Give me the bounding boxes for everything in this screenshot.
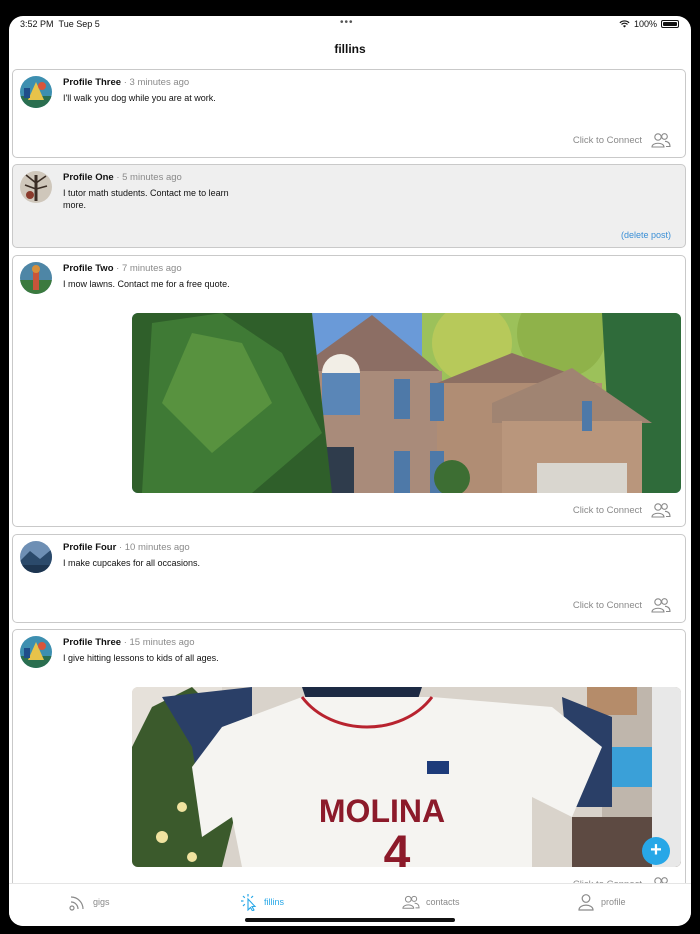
post-author[interactable]: Profile One · 5 minutes ago — [63, 172, 182, 183]
post-card: Profile Two · 7 minutes ago I mow lawns.… — [12, 255, 686, 527]
delete-post-button[interactable]: (delete post) — [621, 230, 671, 240]
app-screen: 3:52 PM Tue Sep 5 ••• 100% fillins Profi… — [9, 16, 691, 926]
jersey-number-text: 4 — [384, 827, 411, 867]
post-card: Profile Three · 15 minutes ago I give hi… — [12, 629, 686, 919]
avatar[interactable] — [20, 171, 52, 203]
home-indicator[interactable] — [245, 918, 455, 922]
post-photo-house[interactable] — [132, 313, 681, 493]
post-author[interactable]: Profile Two · 7 minutes ago — [63, 263, 182, 274]
status-right: 100% — [619, 19, 679, 29]
connect-button[interactable]: Click to Connect — [573, 502, 671, 518]
people-icon — [402, 895, 420, 909]
battery-icon — [661, 20, 679, 28]
battery-percent: 100% — [633, 19, 657, 29]
post-text: I'll walk you dog while you are at work. — [63, 93, 216, 103]
wifi-icon — [619, 20, 630, 28]
post-text: I make cupcakes for all occasions. — [63, 558, 201, 568]
tab-contacts[interactable]: contacts — [402, 893, 460, 911]
tab-fillins[interactable]: fillins — [240, 893, 284, 911]
post-text: I tutor math students. Contact me to lea… — [63, 188, 229, 210]
connect-button[interactable]: Click to Connect — [573, 132, 671, 148]
tap-cursor-icon — [241, 894, 257, 911]
jersey-name-text: MOLINA — [319, 793, 445, 829]
tab-gigs[interactable]: gigs — [69, 893, 110, 911]
people-icon — [651, 598, 671, 613]
multitasking-dots[interactable]: ••• — [340, 17, 354, 28]
person-icon — [578, 894, 594, 911]
page-title: fillins — [334, 42, 366, 56]
people-icon — [651, 133, 671, 148]
status-bar: 3:52 PM Tue Sep 5 ••• 100% — [9, 16, 691, 34]
post-author[interactable]: Profile Four · 10 minutes ago — [63, 542, 190, 553]
post-text: I mow lawns. Contact me for a free quote… — [63, 279, 230, 289]
people-icon — [651, 503, 671, 518]
post-card: Profile Three · 3 minutes ago I'll walk … — [12, 69, 686, 158]
avatar[interactable] — [20, 76, 52, 108]
post-author[interactable]: Profile Three · 3 minutes ago — [63, 77, 189, 88]
post-text: I give hitting lessons to kids of all ag… — [63, 653, 219, 663]
tab-profile[interactable]: profile — [577, 893, 626, 911]
avatar[interactable] — [20, 262, 52, 294]
connect-button[interactable]: Click to Connect — [573, 597, 671, 613]
post-card: Profile One · 5 minutes ago I tutor math… — [12, 164, 686, 248]
post-author[interactable]: Profile Three · 15 minutes ago — [63, 637, 194, 648]
avatar[interactable] — [20, 636, 52, 668]
post-card: Profile Four · 10 minutes ago I make cup… — [12, 534, 686, 623]
add-post-button[interactable]: + — [642, 837, 670, 865]
status-time: 3:52 PM Tue Sep 5 — [20, 19, 100, 29]
rss-icon — [69, 896, 84, 911]
avatar[interactable] — [20, 541, 52, 573]
post-photo-jersey[interactable]: MOLINA 4 — [132, 687, 681, 867]
